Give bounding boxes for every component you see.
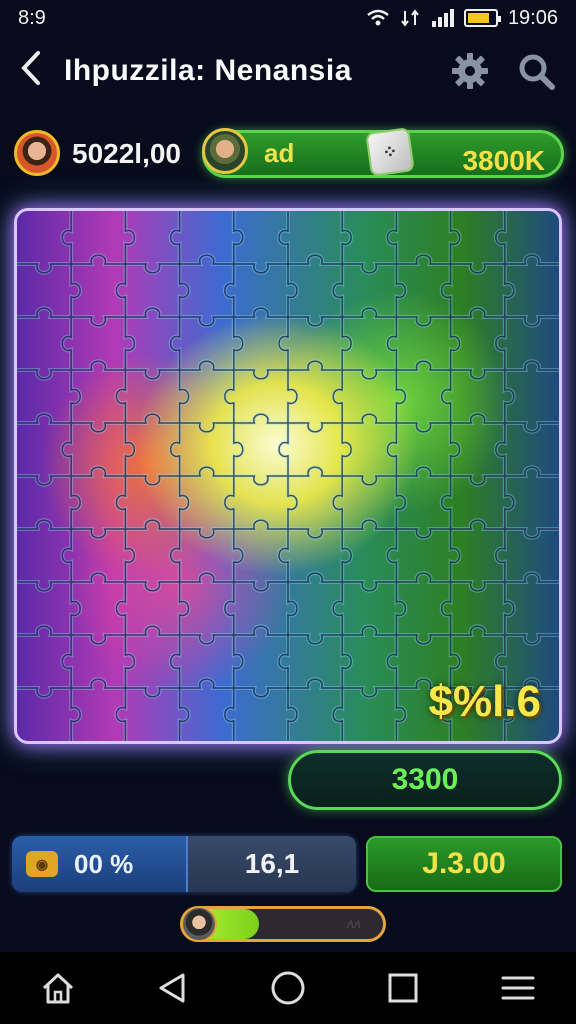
stat-count[interactable]: 16,1 xyxy=(188,836,356,892)
progress-avatar xyxy=(181,906,217,942)
chevron-left-icon xyxy=(21,50,40,85)
back-button[interactable] xyxy=(18,49,58,94)
puzzle-board[interactable]: $%l.6 xyxy=(14,208,562,744)
player-avatar[interactable] xyxy=(14,130,60,176)
signal-icon xyxy=(431,9,454,27)
page-title: Ihpuzzila: Nenansia xyxy=(64,54,352,87)
back-triangle-icon xyxy=(159,973,185,1003)
gold-button[interactable]: J.3.00 xyxy=(366,836,562,892)
nav-home-button[interactable] xyxy=(33,963,83,1013)
coins-value: 3800K xyxy=(462,145,545,176)
settings-button[interactable] xyxy=(448,49,492,93)
system-nav-bar xyxy=(0,952,576,1024)
bonus-button[interactable]: 3300 xyxy=(288,750,562,810)
opponent-avatar[interactable] xyxy=(202,128,248,174)
wifi-icon xyxy=(367,9,389,26)
recents-square-icon xyxy=(388,973,418,1003)
ad-label[interactable]: ad xyxy=(264,138,294,169)
dice-icon[interactable]: ⁘ xyxy=(367,129,413,175)
battery-icon xyxy=(463,9,501,27)
stat-percent-value: 00 % xyxy=(74,848,134,879)
progress-label: ᴧᴧ xyxy=(347,915,361,931)
stats-bar: ◉ 00 % 16,1 xyxy=(12,836,356,892)
piece-edges xyxy=(17,211,559,741)
home-icon xyxy=(42,973,73,1004)
puzzle-grid[interactable] xyxy=(17,211,559,741)
nav-back-button[interactable] xyxy=(148,963,198,1013)
home-circle-icon xyxy=(271,971,305,1005)
badge-icon: ◉ xyxy=(26,851,58,877)
data-transfer-icon xyxy=(401,9,419,27)
app-header: Ihpuzzila: Nenansia xyxy=(0,36,576,106)
menu-icon xyxy=(501,976,535,1000)
stat-percent[interactable]: ◉ 00 % xyxy=(12,836,188,892)
nav-recents-button[interactable] xyxy=(378,963,428,1013)
nav-circle-button[interactable] xyxy=(263,963,313,1013)
gear-icon xyxy=(452,53,488,89)
player-score: 5022l,00 xyxy=(72,138,181,169)
streak-label: $%l.6 xyxy=(428,677,541,726)
status-time-left: 8:9 xyxy=(18,6,46,29)
status-indicators: 19:06 xyxy=(366,7,558,30)
nav-menu-button[interactable] xyxy=(493,963,543,1013)
status-bar: 8:9 19:06 xyxy=(0,0,576,36)
status-time-right: 19:06 xyxy=(507,6,558,29)
scores-row: 5022l,00 3800K ad ⁘ xyxy=(14,126,564,182)
search-button[interactable] xyxy=(514,49,558,93)
search-icon xyxy=(519,54,555,90)
